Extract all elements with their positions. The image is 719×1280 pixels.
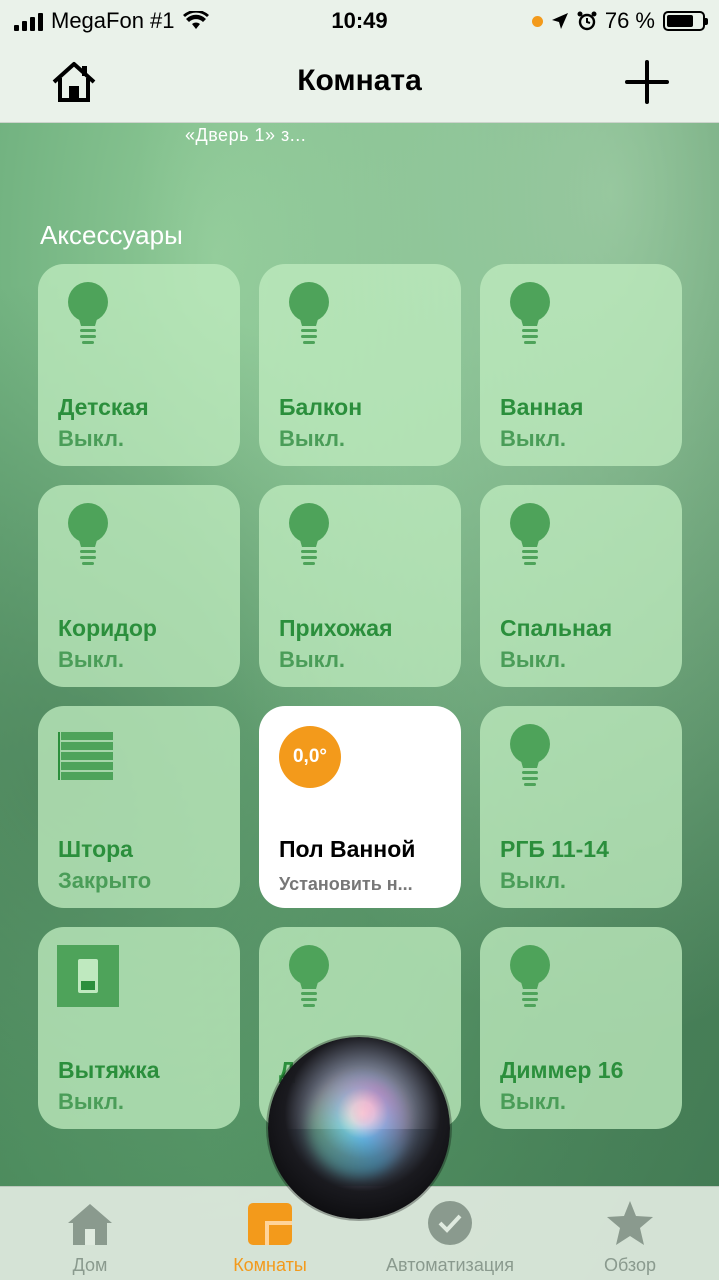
accessory-tile-rgb[interactable]: РГБ 11-14 Выкл. — [480, 706, 682, 908]
accessory-state: Выкл. — [279, 647, 346, 672]
accessory-tile-pol-vannoy[interactable]: 0,0° Пол Ванной Установить н... — [259, 706, 461, 908]
switch-icon — [57, 945, 119, 1007]
lightbulb-icon — [510, 945, 550, 1007]
battery-percent: 76 % — [604, 8, 655, 33]
house-icon — [68, 1204, 112, 1245]
alarm-icon — [577, 11, 597, 31]
accessory-state: Выкл. — [500, 426, 567, 451]
section-title: Аксессуары — [40, 220, 183, 250]
accessory-state: Выкл. — [58, 1089, 125, 1114]
accessory-state: Выкл. — [500, 647, 567, 672]
lightbulb-icon — [510, 282, 550, 344]
siri-glow — [308, 1077, 408, 1177]
top-bar: MegaFon #1 10:49 76 % Комната — [0, 0, 719, 123]
accessory-tile-vytyazhka[interactable]: Вытяжка Выкл. — [38, 927, 240, 1129]
accessory-name: Спальная — [500, 615, 613, 641]
rooms-icon — [248, 1203, 292, 1245]
accessory-tile-prikhozhaya[interactable]: Прихожая Выкл. — [259, 485, 461, 687]
tab-discover[interactable]: Обзор — [540, 1187, 719, 1280]
accessory-tile-detskaya[interactable]: Детская Выкл. — [38, 264, 240, 466]
status-right: 76 % — [531, 8, 708, 34]
accessory-tile-dimmer-16[interactable]: Диммер 16 Выкл. — [480, 927, 682, 1129]
accessory-state: Установить н... — [279, 874, 413, 894]
accessory-state: Выкл. — [279, 426, 346, 451]
accessory-name: РГБ 11-14 — [500, 836, 609, 862]
accessory-tile-balkon[interactable]: Балкон Выкл. — [259, 264, 461, 466]
blinds-icon — [58, 732, 113, 780]
accessory-state: Выкл. — [500, 868, 567, 893]
lightbulb-icon — [289, 282, 329, 344]
siri-orb[interactable] — [268, 1037, 450, 1219]
accessory-state: Выкл. — [58, 647, 125, 672]
accessory-tile-koridor[interactable]: Коридор Выкл. — [38, 485, 240, 687]
tab-label: Автоматизация — [386, 1255, 514, 1275]
accessory-tile-vannaya[interactable]: Ванная Выкл. — [480, 264, 682, 466]
page-title: Комната — [297, 64, 422, 97]
clock-check-icon — [428, 1201, 472, 1245]
accessory-state: Закрыто — [58, 868, 152, 893]
tab-label: Комнаты — [233, 1255, 307, 1275]
accessory-name: Вытяжка — [58, 1057, 160, 1083]
accessory-name: Балкон — [279, 394, 363, 420]
accessory-name: Коридор — [58, 615, 157, 641]
lightbulb-icon — [68, 503, 108, 565]
temperature-badge: 0,0° — [279, 726, 341, 788]
accessory-tile-shtora[interactable]: Штора Закрыто — [38, 706, 240, 908]
accessory-tile-spalnaya[interactable]: Спальная Выкл. — [480, 485, 682, 687]
tab-home[interactable]: Дом — [0, 1187, 180, 1280]
accessory-state: Выкл. — [58, 426, 125, 451]
accessory-name: Штора — [58, 836, 133, 862]
battery-icon — [663, 11, 708, 31]
plus-icon[interactable] — [625, 60, 669, 104]
status-bar: MegaFon #1 10:49 76 % — [0, 0, 719, 40]
accessory-name: Пол Ванной — [279, 836, 416, 862]
accessory-name: Прихожая — [279, 615, 393, 641]
lightbulb-icon — [289, 503, 329, 565]
location-arrow-icon — [551, 13, 568, 29]
lightbulb-icon — [68, 282, 108, 344]
lightbulb-icon — [289, 945, 329, 1007]
nav-bar: Комната — [0, 40, 719, 123]
tab-label: Дом — [72, 1255, 108, 1275]
accessory-name: Ванная — [500, 394, 584, 420]
accessory-name: Детская — [58, 394, 149, 420]
room-status-text: «Дверь 1» з... — [185, 125, 307, 145]
recording-dot-icon — [531, 15, 543, 27]
lightbulb-icon — [510, 503, 550, 565]
accessory-state: Выкл. — [500, 1089, 567, 1114]
accessory-name: Диммер 16 — [500, 1057, 624, 1083]
star-icon — [607, 1201, 653, 1245]
tab-label: Обзор — [604, 1255, 656, 1275]
lightbulb-icon — [510, 724, 550, 786]
